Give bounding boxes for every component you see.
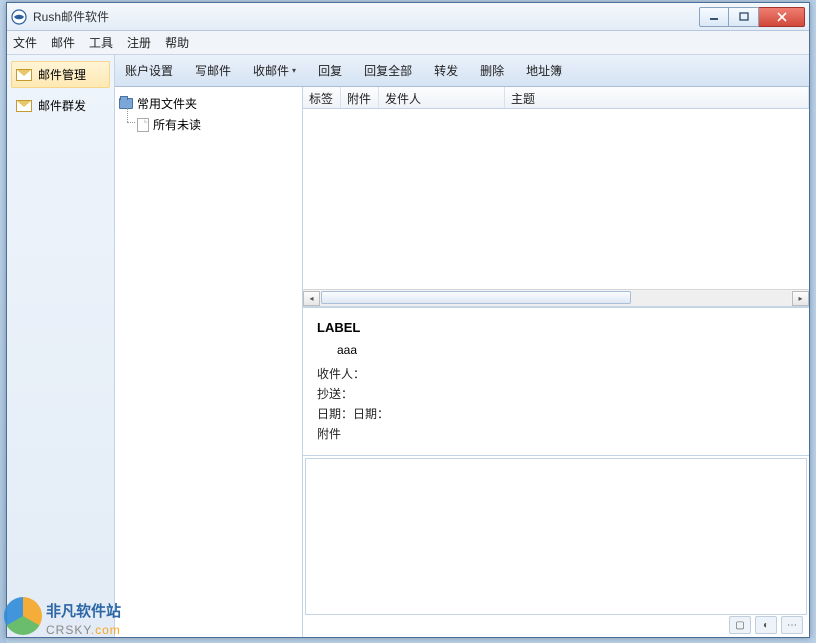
preview-cc: 抄送： (317, 385, 795, 402)
maximize-button[interactable] (729, 7, 759, 27)
status-btn-2[interactable]: ◐ (755, 616, 777, 634)
folder-tree: 常用文件夹 所有未读 (115, 87, 303, 637)
preview-header: LABEL aaa 收件人： 抄送： 日期：日期： 附件 (303, 308, 809, 456)
statusbar: ▢ ◐ ⋯ (729, 615, 803, 635)
tb-delete[interactable]: 删除 (480, 62, 504, 79)
list-header: 标签 附件 发件人 主题 (303, 87, 809, 109)
mail-icon (16, 69, 32, 81)
nav-label: 邮件管理 (38, 66, 86, 83)
minimize-button[interactable] (699, 7, 729, 27)
app-window: Rush邮件软件 文件 邮件 工具 注册 帮助 邮件管理 邮件群发 账户设置 (6, 2, 810, 638)
status-btn-1[interactable]: ▢ (729, 616, 751, 634)
status-btn-3[interactable]: ⋯ (781, 616, 803, 634)
window-controls (699, 7, 805, 27)
nav-label: 邮件群发 (38, 97, 86, 114)
client-area: 邮件管理 邮件群发 账户设置 写邮件 收邮件▾ 回复 回复全部 转发 删除 地址… (7, 55, 809, 637)
menu-help[interactable]: 帮助 (165, 34, 189, 51)
menu-tools[interactable]: 工具 (89, 34, 113, 51)
tb-account-settings[interactable]: 账户设置 (125, 62, 173, 79)
horizontal-scrollbar[interactable]: ◂ ▸ (303, 289, 809, 306)
content-split: 常用文件夹 所有未读 标签 附件 发件人 主题 (115, 87, 809, 637)
nav-mail-manage[interactable]: 邮件管理 (11, 61, 110, 88)
scroll-right-button[interactable]: ▸ (792, 291, 809, 306)
tb-reply[interactable]: 回复 (318, 62, 342, 79)
col-tag[interactable]: 标签 (303, 87, 341, 108)
app-icon (11, 9, 27, 25)
close-button[interactable] (759, 7, 805, 27)
col-attachment[interactable]: 附件 (341, 87, 379, 108)
mail-icon (16, 100, 32, 112)
tb-forward[interactable]: 转发 (434, 62, 458, 79)
preview-label: LABEL (317, 320, 795, 335)
tb-receive-label: 收邮件 (253, 62, 289, 79)
tree-root-label: 常用文件夹 (137, 95, 197, 112)
tree-root[interactable]: 常用文件夹 (119, 93, 298, 114)
col-sender[interactable]: 发件人 (379, 87, 505, 108)
right-area: 账户设置 写邮件 收邮件▾ 回复 回复全部 转发 删除 地址簿 常用文件夹 (115, 55, 809, 637)
tb-compose[interactable]: 写邮件 (195, 62, 231, 79)
menubar: 文件 邮件 工具 注册 帮助 (7, 31, 809, 55)
list-body[interactable] (303, 109, 809, 289)
col-subject[interactable]: 主题 (505, 87, 809, 108)
preview-pane: LABEL aaa 收件人： 抄送： 日期：日期： 附件 (303, 307, 809, 637)
maximize-icon (739, 12, 749, 22)
tree-child-unread[interactable]: 所有未读 (119, 114, 298, 135)
tb-reply-all[interactable]: 回复全部 (364, 62, 412, 79)
close-icon (776, 12, 788, 22)
page-icon (137, 118, 149, 132)
minimize-icon (709, 12, 719, 22)
tb-address-book[interactable]: 地址簿 (526, 62, 562, 79)
preview-date: 日期：日期： (317, 405, 795, 422)
left-nav-panel: 邮件管理 邮件群发 (7, 55, 115, 637)
message-list: 标签 附件 发件人 主题 ◂ ▸ (303, 87, 809, 307)
toolbar: 账户设置 写邮件 收邮件▾ 回复 回复全部 转发 删除 地址簿 (115, 55, 809, 87)
preview-sub: aaa (317, 343, 795, 357)
preview-body[interactable] (305, 458, 807, 615)
scroll-thumb[interactable] (321, 291, 631, 304)
main-pane: 标签 附件 发件人 主题 ◂ ▸ (303, 87, 809, 637)
menu-mail[interactable]: 邮件 (51, 34, 75, 51)
scroll-track[interactable] (321, 291, 791, 306)
preview-to: 收件人： (317, 365, 795, 382)
tree-child-label: 所有未读 (153, 116, 201, 133)
preview-attach: 附件 (317, 425, 795, 442)
window-title: Rush邮件软件 (33, 8, 699, 25)
tb-receive[interactable]: 收邮件▾ (253, 62, 296, 79)
titlebar[interactable]: Rush邮件软件 (7, 3, 809, 31)
scroll-left-button[interactable]: ◂ (303, 291, 320, 306)
menu-register[interactable]: 注册 (127, 34, 151, 51)
menu-file[interactable]: 文件 (13, 34, 37, 51)
nav-mail-bulk[interactable]: 邮件群发 (11, 92, 110, 119)
chevron-down-icon: ▾ (292, 66, 296, 75)
folder-icon (119, 98, 133, 109)
